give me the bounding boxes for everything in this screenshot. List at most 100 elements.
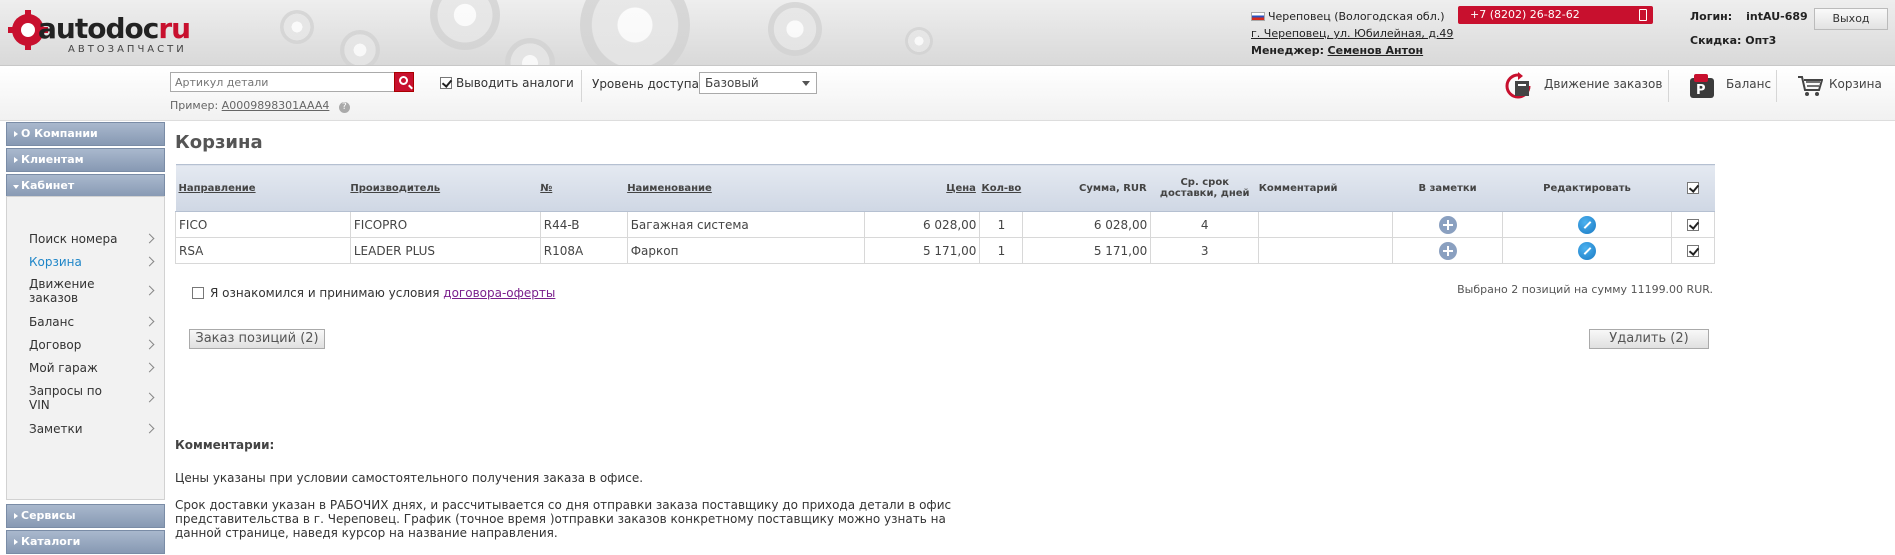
cell-name: Багажная система xyxy=(626,211,865,238)
divider xyxy=(581,70,582,102)
chevron-right-icon xyxy=(144,233,155,244)
logout-button[interactable]: Выход xyxy=(1814,8,1888,30)
col-manufacturer[interactable]: Производитель xyxy=(350,164,541,212)
access-level-label: Уровень доступа xyxy=(592,77,699,91)
chevron-right-icon xyxy=(144,362,155,373)
divider xyxy=(1668,70,1669,102)
edit-pencil-icon[interactable] xyxy=(1577,215,1596,234)
cart-link[interactable]: Корзина xyxy=(1829,77,1882,91)
select-all-checkbox[interactable] xyxy=(1686,181,1699,194)
sidebar-item-search[interactable]: Поиск номера xyxy=(29,232,159,246)
manager-name[interactable]: Семенов Антон xyxy=(1328,44,1424,57)
phone-bar[interactable]: +7 (8202) 26-82-62 xyxy=(1458,6,1653,24)
col-sum: Сумма, RUR xyxy=(1022,164,1151,212)
chevron-right-icon xyxy=(144,392,155,403)
gear-decor xyxy=(580,0,690,65)
col-select-all xyxy=(1671,164,1715,212)
cell-direction[interactable]: RSA xyxy=(175,237,351,264)
col-price[interactable]: Цена xyxy=(864,164,980,212)
manager-label: Менеджер: xyxy=(1251,44,1325,57)
search-icon xyxy=(399,76,408,85)
sidebar-item-cart[interactable]: Корзина xyxy=(29,255,159,269)
sidebar-section-clients[interactable]: Клиентам xyxy=(6,148,165,172)
cell-notes xyxy=(1392,211,1504,238)
cell-direction[interactable]: FICO xyxy=(175,211,351,238)
cell-delivery-days: 4 xyxy=(1150,211,1260,238)
cell-qty: 1 xyxy=(979,211,1024,238)
cell-edit xyxy=(1502,211,1672,238)
cell-notes xyxy=(1392,237,1504,264)
sidebar-section-catalogs[interactable]: Каталоги xyxy=(6,530,165,554)
cell-number: R108A xyxy=(539,237,628,264)
divider xyxy=(1776,70,1777,102)
help-icon[interactable]: ? xyxy=(338,102,350,113)
cell-manufacturer: FICOPRO xyxy=(349,211,541,238)
sidebar-item-balance[interactable]: Баланс xyxy=(29,315,159,329)
add-note-icon[interactable] xyxy=(1438,241,1457,260)
search-button[interactable] xyxy=(394,72,414,92)
delete-button[interactable]: Удалить (2) xyxy=(1589,329,1709,349)
balance-link[interactable]: Баланс xyxy=(1726,77,1771,91)
cell-select xyxy=(1670,237,1716,264)
chevron-right-icon xyxy=(144,339,155,350)
col-edit: Редактировать xyxy=(1502,164,1672,212)
offer-contract-link[interactable]: договора-оферты xyxy=(443,286,555,300)
orders-movement-icon[interactable] xyxy=(1504,72,1534,100)
sidebar-item-garage[interactable]: Мой гараж xyxy=(29,361,159,375)
cabinet-submenu: Поиск номера Корзина Движение заказов Ба… xyxy=(6,196,165,500)
sidebar-item-vin[interactable]: Запросы по VIN xyxy=(29,384,155,412)
sidebar-section-services[interactable]: Сервисы xyxy=(6,504,165,528)
chevron-right-icon xyxy=(144,316,155,327)
row-checkbox[interactable] xyxy=(1686,244,1699,257)
discount-label: Скидка: xyxy=(1690,34,1742,47)
col-notes: В заметки xyxy=(1392,164,1503,212)
page-title: Корзина xyxy=(175,132,263,153)
col-direction[interactable]: Направление xyxy=(175,164,351,212)
add-note-icon[interactable] xyxy=(1438,215,1457,234)
gear-decor xyxy=(905,27,933,55)
cell-comment xyxy=(1258,237,1394,264)
sidebar-item-notes[interactable]: Заметки xyxy=(29,422,159,436)
col-qty[interactable]: Кол-во xyxy=(979,164,1023,212)
gear-decor xyxy=(340,30,380,65)
gear-decor xyxy=(505,38,555,65)
gear-decor xyxy=(430,0,500,50)
gear-decor xyxy=(280,10,314,44)
sidebar-item-contract[interactable]: Договор xyxy=(29,338,159,352)
city-name[interactable]: Череповец (Вологодская обл.) xyxy=(1268,10,1445,23)
cell-sum: 6 028,00 xyxy=(1022,211,1152,238)
order-button[interactable]: Заказ позиций (2) xyxy=(189,329,325,349)
analogs-toggle[interactable]: Выводить аналоги xyxy=(440,76,574,90)
col-name[interactable]: Наименование xyxy=(627,164,864,212)
chevron-right-icon xyxy=(144,423,155,434)
chevron-down-icon xyxy=(802,81,810,86)
cell-sum: 5 171,00 xyxy=(1022,237,1152,264)
cell-number: R44-B xyxy=(539,211,628,238)
accept-terms-text: Я ознакомился и принимаю условия xyxy=(210,286,440,300)
part-number-input[interactable] xyxy=(170,72,395,92)
access-level-value: Базовый xyxy=(705,76,759,90)
row-checkbox[interactable] xyxy=(1686,218,1699,231)
logo[interactable]: autodocru АВТОЗАПЧАСТИ xyxy=(8,6,203,55)
cell-name: Фаркоп xyxy=(626,237,865,264)
account-info: Логин: intAU-689 Скидка: Опт3 xyxy=(1690,5,1808,53)
office-address[interactable]: г. Череповец, ул. Юбилейная, д.49 xyxy=(1251,25,1453,42)
sidebar-item-orders[interactable]: Движение заказов xyxy=(29,277,155,305)
table-row: FICO FICOPRO R44-B Багажная система 6 02… xyxy=(175,211,1716,238)
orders-movement-link[interactable]: Движение заказов xyxy=(1544,77,1662,91)
sidebar-section-company[interactable]: О Компании xyxy=(6,122,165,146)
accept-terms-checkbox[interactable] xyxy=(192,287,204,299)
sidebar-section-cabinet[interactable]: Кабинет xyxy=(6,174,165,198)
edit-pencil-icon[interactable] xyxy=(1577,241,1596,260)
access-level-select[interactable]: Базовый xyxy=(699,72,817,94)
russia-flag-icon xyxy=(1251,12,1265,21)
logo-text: autodocru xyxy=(38,12,191,45)
col-number[interactable]: № xyxy=(540,164,628,212)
analogs-checkbox[interactable] xyxy=(440,77,452,89)
wallet-icon[interactable]: Р xyxy=(1688,72,1716,100)
example-value[interactable]: A0009898301AAA4 xyxy=(222,99,330,112)
search-example: Пример: A0009898301AAA4 ? xyxy=(170,99,350,113)
selected-summary: Выбрано 2 позиций на сумму 11199.00 RUR. xyxy=(1457,283,1713,296)
cart-icon[interactable] xyxy=(1797,74,1823,98)
cell-comment xyxy=(1258,211,1394,238)
